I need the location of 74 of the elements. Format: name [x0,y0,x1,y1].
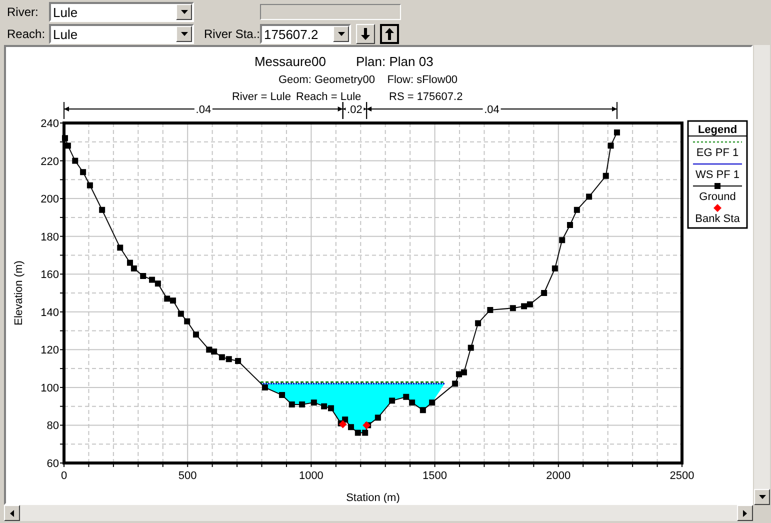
ground-marker [614,129,620,136]
ground-marker [552,265,558,272]
ground-marker [86,182,93,188]
ground-marker [279,392,286,398]
ground-marker [559,237,566,244]
ground-marker [420,407,426,414]
ground-marker [602,172,609,179]
river-station-label: River Sta.: [204,26,260,43]
y-tick-label: 80 [46,420,59,432]
reach-label: Reach: [7,26,46,43]
y-axis-title: Elevation (m) [13,260,25,326]
roughness-label: .04 [196,104,212,116]
y-tick-label: 220 [40,156,59,168]
ground-marker [487,307,494,313]
legend-title: Legend [698,124,738,136]
legend-marker [714,204,722,212]
ground-marker [235,358,242,364]
scroll-right-icon[interactable] [737,505,753,521]
y-tick-label: 120 [40,344,59,357]
ground-marker [193,332,199,338]
x-tick-label: 1500 [422,470,448,482]
scroll-left-icon[interactable] [4,505,20,521]
river-label: River: [7,4,40,21]
ground-marker [567,222,574,228]
ground-marker [99,206,106,213]
down-arrow-button[interactable] [356,24,375,44]
y-tick-label: 60 [46,458,59,470]
horizontal-scrollbar[interactable] [4,505,753,521]
ground-marker [541,290,548,296]
ground-marker [117,244,124,251]
y-tick-label: 240 [40,118,59,130]
roughness-label: .02 [347,104,362,116]
dropdown-field[interactable]: Lule [49,2,194,22]
legend-label: WS PF 1 [696,169,740,181]
legend-label: Bank Sta [695,213,740,225]
x-tick-label: 2000 [546,470,571,482]
reach-location-text: Reach = Lule [296,91,362,103]
x-tick-label: 1000 [298,470,324,482]
ground-marker [475,320,482,326]
y-tick-label: 180 [40,231,59,244]
down-arrow-icon [361,28,370,40]
x-axis-title: Station (m) [346,492,400,503]
plan-label: Plan: Plan 03 [356,54,434,69]
ground-marker [574,206,580,213]
ground-marker [510,305,516,312]
station-location-text: RS = 175607.2 [389,91,463,103]
up-arrow-button[interactable] [380,24,399,44]
vertical-scrollbar[interactable] [754,45,770,505]
y-tick-label: 100 [40,382,59,394]
legend-label: EG PF 1 [696,147,739,159]
plot-title: Messaure00 [254,54,326,69]
ground-marker [140,273,146,279]
x-tick-label: 0 [60,470,68,482]
dropdown-field[interactable]: Lule [49,24,194,44]
ground-marker [586,194,592,200]
plot-subtitle: Geom: Geometry00 Flow: sFlow00 [278,74,458,86]
river-location-text: River = Lule [232,91,291,103]
y-tick-label: 140 [40,306,59,319]
up-arrow-icon [385,28,394,40]
x-tick-label: 2500 [670,470,694,482]
ground-marker [429,400,436,406]
y-tick-label: 200 [40,194,59,206]
ground-marker [452,380,458,387]
x-tick-label: 500 [178,470,197,482]
legend-label: Ground [699,191,736,203]
ground-marker [72,158,78,164]
dropdown-field[interactable]: 175607.2 [260,24,351,44]
scroll-down-icon[interactable] [754,489,770,505]
legend-marker [714,183,720,189]
ground-marker [468,344,474,351]
ground-marker [80,169,86,176]
ground-marker [389,398,396,404]
y-tick-label: 160 [40,269,59,282]
roughness-label: .04 [484,104,500,116]
